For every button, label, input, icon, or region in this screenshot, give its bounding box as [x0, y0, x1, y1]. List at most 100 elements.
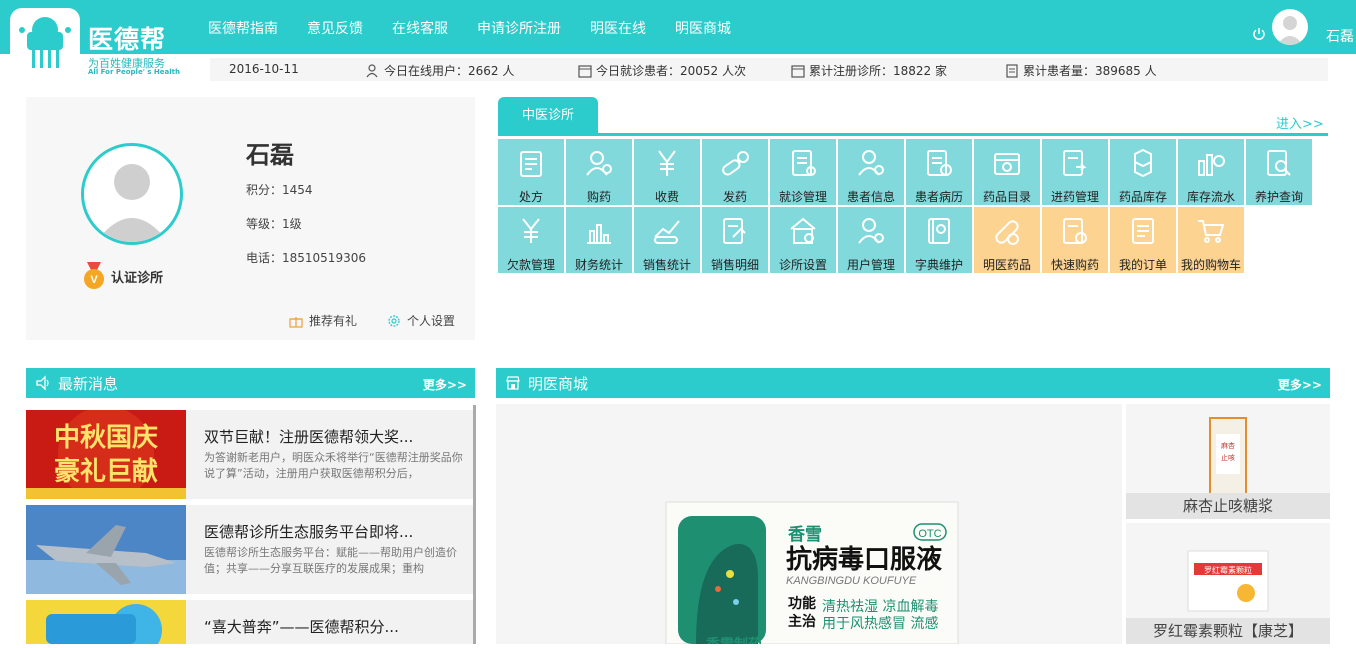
clinic-tile[interactable]: 养护查询	[1246, 139, 1312, 205]
visit-manage-icon	[792, 150, 816, 176]
recommend-link[interactable]: 推荐有礼	[289, 312, 357, 329]
clinic-tile[interactable]: 进药管理	[1042, 139, 1108, 205]
nav-guide[interactable]: 医德帮指南	[208, 18, 278, 38]
inventory-icon	[1134, 148, 1152, 178]
product-name: 抗病毒口服液	[786, 544, 942, 575]
clinic-tile[interactable]: 药品库存	[1110, 139, 1176, 205]
clinic-tile[interactable]: 欠款管理	[498, 207, 564, 273]
clinic-tile-label: 字典维护	[914, 258, 963, 272]
news-scrollbar[interactable]	[473, 405, 476, 644]
clinic-tile[interactable]: 收费	[634, 139, 700, 205]
product-otc-badge: OTC	[918, 528, 941, 540]
capsule-icon	[995, 220, 1019, 245]
stat-online: 今日在线用户：2662 人	[366, 62, 514, 79]
clinic-tile[interactable]: 销售统计	[634, 207, 700, 273]
stat-clinics: 累计注册诊所：18822 家	[791, 62, 947, 79]
clinic-tile[interactable]: 我的订单	[1110, 207, 1176, 273]
stat-date: 2016-10-11	[229, 62, 299, 76]
news-item[interactable]: “喜大普奔”——医德帮积分...	[26, 600, 475, 644]
stat-clinics-text: 累计注册诊所：18822 家	[809, 64, 947, 78]
stat-patients-total-text: 累计患者量：389685 人	[1023, 64, 1157, 78]
mall-product-name: 罗红霉素颗粒【康芝】	[1126, 618, 1330, 644]
clinic-settings-icon	[790, 217, 816, 244]
news-item-desc: 医德帮诊所生态服务平台：赋能——帮助用户创造价值；共享——分享互联医疗的发展成果…	[204, 546, 457, 575]
clinic-tile-label: 明医药品	[982, 258, 1031, 272]
clinic-tile[interactable]: 患者病历	[906, 139, 972, 205]
mall-product-item[interactable]: 麻杏 止咳 麻杏止咳糖浆	[1126, 404, 1330, 519]
svg-text:功能: 功能	[788, 595, 816, 612]
news-image	[26, 600, 186, 644]
clinic-tile-label: 快速购药	[1050, 258, 1099, 272]
maintenance-search-icon	[1267, 150, 1291, 176]
clinic-enter-link[interactable]: 进入>>	[1276, 113, 1324, 132]
mall-product-item[interactable]: 罗红霉素颗粒 罗红霉素颗粒【康芝】	[1126, 523, 1330, 644]
clinic-tile[interactable]: 销售明细	[702, 207, 768, 273]
tab-chinese-clinic[interactable]: 中医诊所	[498, 97, 598, 134]
featured-product[interactable]: 香雪 OTC 抗病毒口服液 KANGBINGDU KOUFUYE 功能 主治 清…	[496, 404, 1122, 648]
clinic-tile[interactable]: 字典维护	[906, 207, 972, 273]
buy-medicine-icon	[586, 151, 612, 176]
clinic-tile-label: 进药管理	[1050, 190, 1099, 204]
svg-text:豪礼巨献: 豪礼巨献	[54, 456, 158, 487]
product-brand: 香雪	[788, 525, 822, 545]
clinic-tile[interactable]: 患者信息	[838, 139, 904, 205]
store-icon	[506, 376, 520, 390]
document-icon	[1006, 63, 1018, 78]
clinic-tile-label: 欠款管理	[506, 258, 555, 272]
news-item[interactable]: 医德帮诊所生态服务平台即将... 医德帮诊所生态服务平台：赋能——帮助用户创造价…	[26, 505, 475, 594]
news-header: 最新消息 更多>>	[26, 368, 475, 398]
order-icon	[1132, 218, 1154, 244]
avatar-icon	[1277, 16, 1303, 45]
power-icon[interactable]	[1252, 27, 1266, 41]
clinic-tile[interactable]: 药品目录	[974, 139, 1040, 205]
speaker-icon	[36, 375, 49, 391]
clinic-tile-label: 药品目录	[982, 190, 1031, 204]
clinic-tile-label: 财务统计	[574, 258, 623, 272]
header-user-name[interactable]: 石磊	[1326, 26, 1354, 46]
settings-label: 个人设置	[407, 314, 456, 328]
clinic-tile[interactable]: 诊所设置	[770, 207, 836, 273]
logo-title: 医德帮	[88, 25, 167, 54]
news-more-link[interactable]: 更多>>	[423, 376, 467, 393]
finance-chart-icon	[587, 224, 611, 244]
clinic-tile[interactable]: 我的购物车	[1178, 207, 1244, 273]
clinic-tile[interactable]: 处方	[498, 139, 564, 205]
nav-clinic-register[interactable]: 申请诊所注册	[477, 18, 561, 38]
nav-mingyi-mall[interactable]: 明医商城	[675, 18, 731, 38]
nav-feedback[interactable]: 意见反馈	[307, 18, 363, 38]
clinic-tile-label: 库存流水	[1186, 190, 1235, 204]
news-item-desc: 为答谢新老用户，明医众禾将举行“医德帮注册奖品你说了算”活动，注册用户获取医德帮…	[204, 451, 463, 480]
clinic-tile[interactable]: 库存流水	[1178, 139, 1244, 205]
svg-text:主治: 主治	[788, 613, 816, 630]
clinic-tile[interactable]: 购药	[566, 139, 632, 205]
logo[interactable]	[10, 8, 80, 78]
clinic-tile-label: 购药	[586, 190, 611, 204]
svg-text:香雪制药: 香雪制药	[705, 636, 762, 644]
calendar-icon	[791, 64, 805, 78]
news-title: 最新消息	[58, 375, 119, 393]
clinic-tile[interactable]: 发药	[702, 139, 768, 205]
dictionary-icon	[928, 218, 950, 244]
nav-online-service[interactable]: 在线客服	[392, 18, 448, 38]
clinic-tile-label: 用户管理	[846, 258, 895, 272]
product-pinyin: KANGBINGDU KOUFUYE	[786, 575, 917, 587]
clinic-tile[interactable]: 明医药品	[974, 207, 1040, 273]
sales-detail-icon	[723, 218, 746, 244]
news-item[interactable]: 中秋国庆 豪礼巨献 双节巨献！注册医德帮领大奖... 为答谢新老用户，明医众禾将…	[26, 410, 475, 499]
svg-text:止咳: 止咳	[1221, 453, 1235, 462]
clinic-tile[interactable]: 快速购药	[1042, 207, 1108, 273]
clinic-tile-label: 我的订单	[1118, 258, 1167, 272]
user-avatar[interactable]	[1272, 9, 1308, 45]
main-nav: 医德帮指南 意见反馈 在线客服 申请诊所注册 明医在线 明医商城	[208, 18, 760, 38]
clinic-tile[interactable]: 用户管理	[838, 207, 904, 273]
mall-more-link[interactable]: 更多>>	[1278, 376, 1322, 393]
medal-icon: V	[84, 262, 104, 289]
gear-icon	[388, 314, 400, 327]
nav-mingyi-online[interactable]: 明医在线	[590, 18, 646, 38]
news-item-title: 医德帮诊所生态服务平台即将...	[204, 523, 414, 541]
profile-phone: 电话：18510519306	[246, 251, 366, 265]
clinic-tile-label: 药品库存	[1118, 190, 1167, 204]
clinic-tile[interactable]: 财务统计	[566, 207, 632, 273]
clinic-tile[interactable]: 就诊管理	[770, 139, 836, 205]
settings-link[interactable]: 个人设置	[387, 312, 455, 329]
